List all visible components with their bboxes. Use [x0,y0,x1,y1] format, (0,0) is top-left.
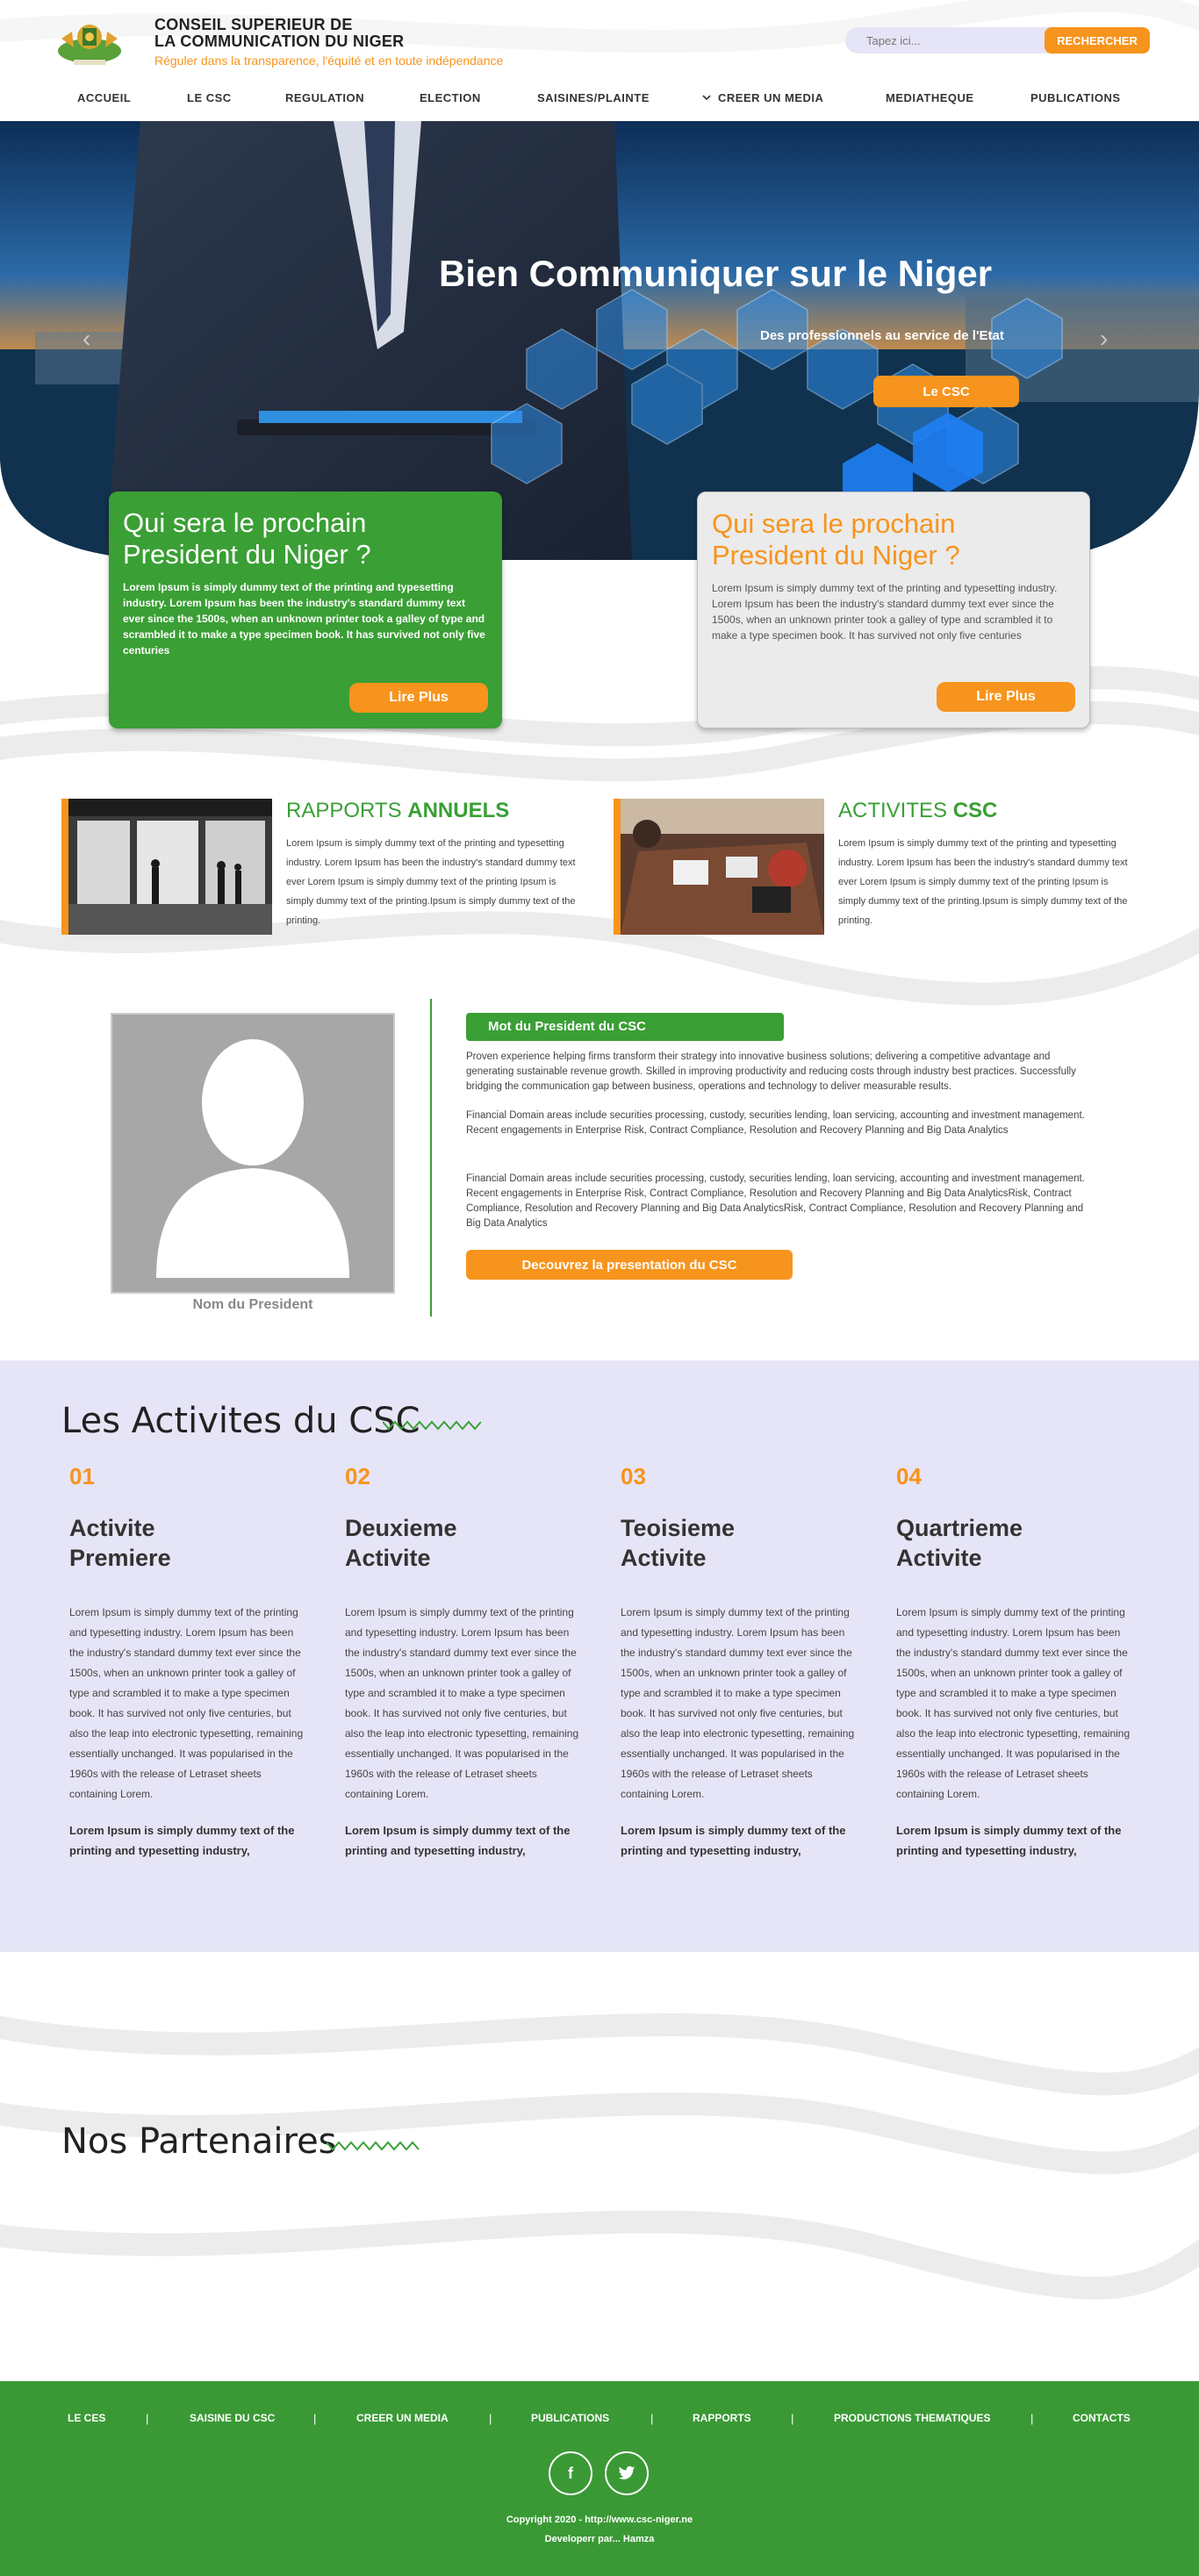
accent-bar [614,799,621,935]
footer-separator: | [1030,2412,1034,2425]
activity-number: 04 [896,1463,922,1489]
card-text: Lorem Ipsum is simply dummy text of the … [123,581,485,657]
activity-title: Deuxieme Activite [345,1515,457,1571]
activity-card: 01 Activite Premiere Lorem Ipsum is simpl… [69,1463,306,1861]
site-tagline: Réguler dans la transparence, l'équité e… [154,54,504,68]
president-photo-placeholder [111,1013,395,1294]
activity-number: 01 [69,1463,95,1489]
footer-link-rapports[interactable]: RAPPORTS [693,2412,751,2424]
accent-bar [61,799,68,935]
president-question-card-white: Qui sera le prochain President du Niger … [697,492,1090,728]
activity-number: 03 [621,1463,646,1489]
hero-title: Bien Communiquer sur le Niger [439,253,993,294]
footer-separator: | [313,2412,317,2425]
footer-separator: | [146,2412,149,2425]
president-question-card-green: Qui sera le prochain President du Niger … [109,492,502,728]
activity-highlight: Lorem Ipsum is simply dummy text of the … [69,1824,295,1857]
president-paragraph: Financial Domain areas include securitie… [466,1173,1085,1229]
footer-link-le-ces[interactable]: LE CES [68,2412,105,2424]
activity-text: Lorem Ipsum is simply dummy text of the … [345,1606,579,1800]
hero-subtitle: Des professionnels au service de l'Etat [760,328,1004,343]
activites-csc-block: ACTIVITES CSC Lorem Ipsum is simply dumm… [614,799,1140,935]
twitter-icon[interactable] [605,2451,649,2495]
activity-highlight: Lorem Ipsum is simply dummy text of the … [345,1824,571,1857]
card-title: Qui sera le prochain President du Niger … [123,507,371,570]
zigzag-decoration [327,2141,420,2151]
chevron-right-icon[interactable]: › [1100,325,1108,353]
president-paragraph: Proven experience helping firms transfor… [466,1051,1076,1092]
facebook-icon[interactable]: f [549,2451,592,2495]
feature-title: RAPPORTS ANNUELS [286,799,510,822]
nav-accueil[interactable]: ACCUEIL [77,91,131,104]
site-title-line2: LA COMMUNICATION DU NIGER [154,32,405,50]
footer-link-productions[interactable]: PRODUCTIONS THEMATIQUES [834,2412,990,2424]
chevron-down-icon[interactable] [702,91,714,104]
president-name: Nom du President [192,1297,313,1312]
coat-of-arms-logo[interactable] [53,12,126,68]
feature-text: Lorem Ipsum is simply dummy text of the … [838,838,1128,926]
activity-number: 02 [345,1463,370,1489]
avatar-icon [156,1039,349,1278]
site-title-line1: CONSEIL SUPERIEUR DE [154,16,353,33]
nav-mediatheque[interactable]: MEDIATHEQUE [886,91,974,104]
footer-link-saisine[interactable]: SAISINE DU CSC [190,2412,275,2424]
vertical-divider [430,999,432,1317]
nav-publications[interactable]: PUBLICATIONS [1030,91,1121,104]
lire-plus-button[interactable]: Lire Plus [937,682,1075,712]
search-input[interactable] [845,27,1049,54]
activity-highlight: Lorem Ipsum is simply dummy text of the … [621,1824,846,1857]
activity-card: 02 Deuxieme Activite Lorem Ipsum is simpl… [345,1463,582,1861]
site-footer: LE CES | SAISINE DU CSC | CREER UN MEDIA… [0,2381,1199,2576]
site-header: CONSEIL SUPERIEUR DE LA COMMUNICATION DU… [0,0,1199,121]
activity-card: 03 Teoisieme Activite Lorem Ipsum is simp… [621,1463,858,1861]
nav-le-csc[interactable]: LE CSC [187,91,232,104]
footer-separator: | [489,2412,492,2425]
lire-plus-button[interactable]: Lire Plus [349,683,488,713]
chevron-left-icon[interactable]: ‹ [83,325,90,353]
activity-text: Lorem Ipsum is simply dummy text of the … [896,1606,1131,1800]
feature-title: ACTIVITES CSC [838,799,998,822]
activity-title: Teoisieme Activite [621,1515,736,1571]
main-navigation: ACCUEIL LE CSC REGULATION ELECTION SAISI… [0,88,1199,111]
president-message-label: Mot du President du CSC [466,1013,784,1041]
hero-le-csc-button[interactable]: Le CSC [873,376,1019,407]
developer-credit: Developerr par... Hamza [544,2534,655,2544]
activity-text: Lorem Ipsum is simply dummy text of the … [69,1606,304,1800]
zigzag-decoration [383,1420,481,1431]
card-text: Lorem Ipsum is simply dummy text of the … [712,582,1058,642]
nav-regulation[interactable]: REGULATION [285,91,364,104]
nav-election[interactable]: ELECTION [420,91,481,104]
footer-link-publications[interactable]: PUBLICATIONS [531,2412,609,2424]
card-title: Qui sera le prochain President du Niger … [712,508,960,570]
president-paragraph: Financial Domain areas include securitie… [466,1110,1085,1136]
office-windows-image[interactable] [68,799,272,935]
nav-creer-un-media[interactable]: CREER UN MEDIA [718,91,823,104]
activity-title: Quartrieme Activite [896,1515,1023,1571]
activity-title: Activite Premiere [69,1515,171,1571]
activity-card: 04 Quartrieme Activite Lorem Ipsum is sim… [896,1463,1133,1861]
meeting-table-image[interactable] [621,799,824,935]
feature-text: Lorem Ipsum is simply dummy text of the … [286,838,576,926]
footer-link-contacts[interactable]: CONTACTS [1073,2412,1131,2424]
activities-section: Les Activites du CSC 01 Activite Premiere… [0,1360,1199,1952]
activity-highlight: Lorem Ipsum is simply dummy text of the … [896,1824,1122,1857]
rapports-annuels-block: RAPPORTS ANNUELS Lorem Ipsum is simply d… [61,799,588,935]
footer-link-creer-media[interactable]: CREER UN MEDIA [356,2412,449,2424]
decouvrez-presentation-button[interactable]: Decouvrez la presentation du CSC [466,1250,793,1280]
footer-separator: | [650,2412,654,2425]
copyright-text: Copyright 2020 - http://www.csc-niger.ne [506,2515,693,2525]
footer-separator: | [791,2412,794,2425]
activity-text: Lorem Ipsum is simply dummy text of the … [621,1606,855,1800]
partners-title: Nos Partenaires [61,2121,337,2162]
activities-title: Les Activites du CSC [61,1401,420,1441]
nav-saisines-plainte[interactable]: SAISINES/PLAINTE [537,91,650,104]
search-button[interactable]: RECHERCHER [1045,27,1150,54]
